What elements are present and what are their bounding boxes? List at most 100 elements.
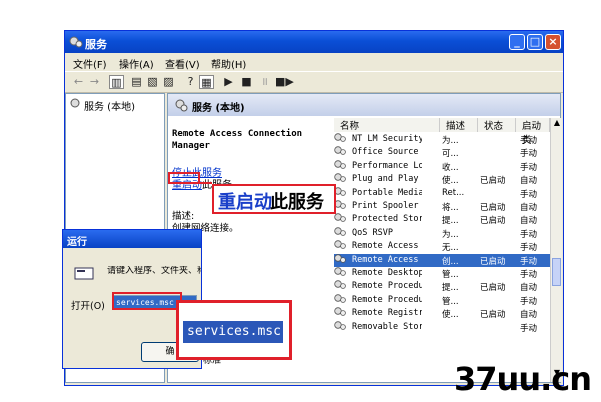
menu-view[interactable]: 查看(V) <box>165 56 200 71</box>
scroll-thumb[interactable] <box>552 258 561 286</box>
show-hide-tree-icon[interactable]: ▥ <box>109 75 124 89</box>
service-status: 已启动 <box>480 310 506 321</box>
service-description: 将... <box>442 203 459 213</box>
service-status: 已启动 <box>480 203 506 213</box>
vertical-scrollbar[interactable]: ▲ ▼ <box>550 118 562 382</box>
column-name[interactable]: 名称 <box>334 118 440 132</box>
gears-icon <box>334 146 346 156</box>
table-row[interactable]: QoS RSVP 为... 手动 <box>334 227 550 240</box>
service-name: Remote Procedu... <box>352 281 422 292</box>
table-row[interactable]: Performance Lo... 收... 手动 <box>334 160 550 173</box>
service-name: Removable Storage <box>352 321 422 332</box>
service-description: 无... <box>442 243 459 254</box>
run-prompt: 请键入程序、文件夹、称，Windows 将为您打 <box>107 266 201 276</box>
column-status[interactable]: 状态 <box>478 118 516 132</box>
table-row[interactable]: Remote Procedu... 提... 已启动 自动 <box>334 280 550 293</box>
menu-action[interactable]: 操作(A) <box>119 56 154 71</box>
run-title-bar[interactable]: 运行 <box>63 230 201 248</box>
table-row[interactable]: Remote Desktop... 管... 手动 <box>334 267 550 280</box>
table-row[interactable]: Protected Storage 提... 已启动 自动 <box>334 213 550 226</box>
open-label: 打开(O) <box>71 301 105 312</box>
table-row[interactable]: Remote Access ... 无... 手动 <box>334 240 550 253</box>
service-startup: 自动 <box>520 203 538 213</box>
gears-icon <box>334 227 346 236</box>
service-description: 为... <box>442 229 459 240</box>
gears-icon <box>69 36 83 48</box>
table-row[interactable]: Plug and Play 使... 已启动 自动 <box>334 173 550 186</box>
service-name: Remote Registry <box>352 308 422 319</box>
menu-file[interactable]: 文件(F) <box>73 56 107 71</box>
table-row[interactable]: Print Spooler 将... 已启动 自动 <box>334 200 550 213</box>
stop-service-icon[interactable]: ■ <box>239 75 254 89</box>
service-description: 可... <box>442 149 459 160</box>
gears-icon <box>334 307 346 316</box>
maximize-button[interactable]: □ <box>527 34 543 50</box>
table-row[interactable]: Office Source ... 可... 手动 <box>334 146 550 159</box>
pause-service-icon[interactable]: ॥ <box>257 75 272 89</box>
service-description: 使... <box>442 176 459 187</box>
minimize-button[interactable]: _ <box>509 34 525 50</box>
services-list: 名称 描述 状态 启动类 NT LM Security...为...手动Offi… <box>334 118 550 382</box>
service-startup: 手动 <box>520 296 538 307</box>
properties-icon[interactable]: ▤ <box>129 75 144 89</box>
menu-help[interactable]: 帮助(H) <box>211 56 246 71</box>
forward-icon[interactable]: → <box>87 75 102 89</box>
command-callout-text: services.msc <box>183 321 283 343</box>
service-description: 使... <box>442 310 459 321</box>
table-row[interactable]: Removable Storage 手动 <box>334 320 550 334</box>
view-icon[interactable]: ▦ <box>199 75 214 89</box>
gears-icon <box>70 98 80 108</box>
service-description: 收... <box>442 162 459 173</box>
pane-header: 服务 (本地) <box>168 94 560 116</box>
service-description: 为... <box>442 136 459 146</box>
service-startup: 自动 <box>520 283 538 294</box>
service-name: NT LM Security... <box>352 134 422 144</box>
service-startup: 手动 <box>520 256 538 267</box>
service-startup: 自动 <box>520 176 538 187</box>
table-row[interactable]: Remote Procedu... 管... 手动 <box>334 294 550 307</box>
service-status: 已启动 <box>480 256 506 267</box>
gears-icon <box>334 173 346 182</box>
help-icon[interactable]: ? <box>183 75 198 89</box>
table-row[interactable]: NT LM Security... 为... 手动 <box>334 133 550 146</box>
service-startup: 手动 <box>520 189 538 200</box>
service-name: Remote Desktop... <box>352 268 422 278</box>
service-name: Protected Storage <box>352 214 422 225</box>
close-button[interactable]: × <box>545 34 561 50</box>
service-name: Remote Procedu... <box>352 294 422 305</box>
service-name: Performance Lo... <box>352 160 422 171</box>
restart-highlight-box <box>168 172 200 184</box>
column-description[interactable]: 描述 <box>440 118 478 132</box>
scroll-up-icon[interactable]: ▲ <box>552 118 562 130</box>
service-name: Remote Access ... <box>352 254 422 265</box>
gears-icon <box>334 160 346 169</box>
start-service-icon[interactable]: ▶ <box>221 75 236 89</box>
export-icon[interactable]: ▨ <box>161 75 176 89</box>
gears-icon <box>334 253 346 263</box>
title-bar[interactable]: 服务 _ □ × <box>65 31 563 53</box>
service-name: Portable Media... <box>352 187 422 198</box>
service-startup: 手动 <box>520 270 538 280</box>
table-row[interactable]: Portable Media... Ret... 手动 <box>334 186 550 200</box>
toolbar: ← → ▥ ▤ ▧ ▨ ? ▦ ▶ ■ ॥ ■▶ <box>65 71 563 93</box>
service-name: Remote Access ... <box>352 241 422 252</box>
service-description: 提... <box>442 283 459 294</box>
table-row[interactable]: Remote Registry 使... 已启动 自动 <box>334 307 550 320</box>
restart-callout-black: 此服务 <box>270 192 324 213</box>
rows-container: NT LM Security...为...手动Office Source ...… <box>334 132 550 382</box>
service-startup: 自动 <box>520 310 538 321</box>
callout-connector <box>198 182 212 184</box>
table-row[interactable]: Remote Access ... 创... 已启动 手动 <box>334 253 550 267</box>
service-status: 已启动 <box>480 283 506 294</box>
tree-root-item[interactable]: 服务 (本地) <box>84 98 135 113</box>
service-startup: 手动 <box>520 136 538 146</box>
gears-icon <box>334 133 346 142</box>
service-status: 已启动 <box>480 216 506 227</box>
back-icon[interactable]: ← <box>71 75 86 89</box>
restart-callout-blue: 重启动 <box>218 192 272 213</box>
refresh-icon[interactable]: ▧ <box>145 75 160 89</box>
service-description: Ret... <box>442 187 465 198</box>
column-startup[interactable]: 启动类 <box>516 118 550 146</box>
service-name: Plug and Play <box>352 174 419 185</box>
restart-service-icon[interactable]: ■▶ <box>275 75 294 89</box>
